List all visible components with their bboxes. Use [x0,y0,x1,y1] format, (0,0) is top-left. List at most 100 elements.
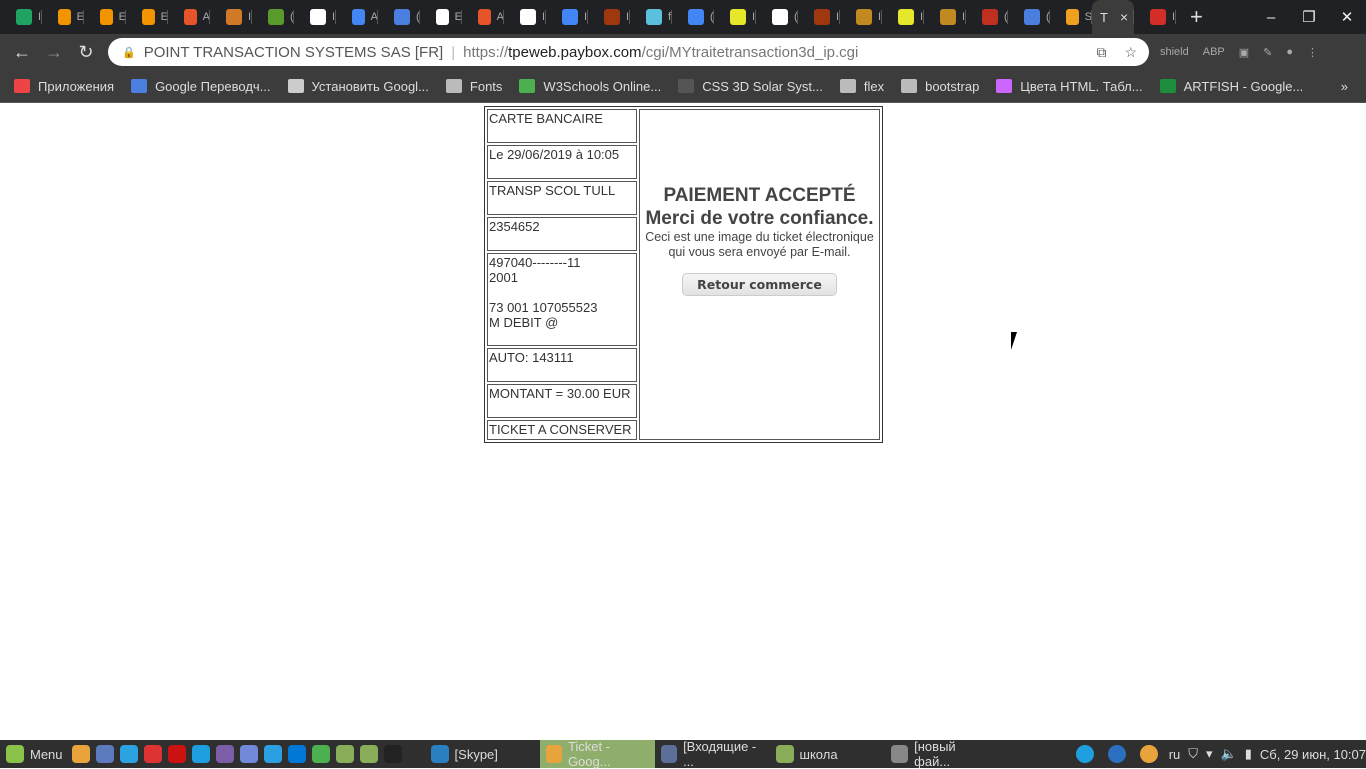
url-host: tpeweb.paybox.com [508,43,642,61]
browser-tab[interactable]: I [882,0,924,34]
app-launcher-icon[interactable] [359,745,378,763]
taskbar-window[interactable]: [Входящие - ... [655,739,770,769]
taskbar-window[interactable]: [Skype] [425,740,540,768]
browser-tab[interactable]: I [1134,0,1176,34]
network-icon[interactable]: ▾ [1206,746,1213,762]
app-launcher-icon[interactable] [383,745,402,763]
skype-tray-icon[interactable] [1075,745,1094,763]
bookmark-item[interactable]: W3Schools Online... [519,79,661,94]
update-shield-icon[interactable]: ⛉ [1188,746,1198,762]
app-launcher-icon[interactable] [287,745,306,763]
bookmark-item[interactable]: flex [839,79,884,94]
bookmark-item[interactable]: Приложения [14,79,114,94]
browser-tab[interactable]: I [210,0,252,34]
window-title: Ticket - Goog... [567,739,611,769]
bookmarks-overflow-button[interactable]: » [1341,79,1348,94]
browser-tab[interactable]: I [294,0,336,34]
browser-tab[interactable]: A [462,0,504,34]
translate-icon[interactable]: ⧉ [1096,44,1106,61]
clock[interactable]: Сб, 29 июн, 10:07 [1260,747,1366,762]
browser-tab-active[interactable]: T × [1092,0,1134,34]
menu-icon[interactable]: ⋮ [1307,46,1318,59]
app-launcher-icon[interactable] [95,745,114,763]
app-launcher-icon[interactable] [263,745,282,763]
maximize-button[interactable]: ❐ [1290,8,1328,26]
tab-title: I [584,11,588,23]
chrome-tray-icon[interactable] [1139,745,1158,763]
close-window-button[interactable]: ✕ [1328,8,1366,26]
adblock-icon[interactable]: ABP [1203,46,1225,58]
forward-button[interactable]: → [38,42,70,63]
browser-tab[interactable]: S [1050,0,1092,34]
browser-tab[interactable]: E [42,0,84,34]
keyboard-layout[interactable]: ru [1169,747,1181,762]
battery-icon[interactable]: ▮ [1245,746,1252,762]
bookmark-item[interactable]: Fonts [445,79,502,94]
bookmark-icon [839,79,856,93]
app-launcher-icon[interactable] [311,745,330,763]
app-launcher-icon[interactable] [71,745,90,763]
back-button[interactable]: ← [6,42,38,63]
taskbar-window[interactable]: школа [770,740,885,768]
app-launcher-icon[interactable] [119,745,138,763]
tab-title: f [668,11,672,23]
browser-tab[interactable]: ( [672,0,714,34]
capture-icon[interactable]: ▣ [1239,46,1249,59]
bookmark-item[interactable]: ARTFISH - Google... [1159,79,1303,94]
close-tab-icon[interactable]: × [1120,9,1128,25]
address-bar[interactable]: 🔒 POINT TRANSACTION SYSTEMS SAS [FR] | h… [108,38,1149,66]
browser-tab[interactable]: I [0,0,42,34]
browser-tab[interactable]: E [420,0,462,34]
browser-tab[interactable]: A [168,0,210,34]
browser-tab[interactable]: I [714,0,756,34]
app-launcher-icon[interactable] [143,745,162,763]
app-launcher-icon[interactable] [335,745,354,763]
browser-tab[interactable]: ( [378,0,420,34]
taskbar-window[interactable]: [новый фай... [885,739,1000,769]
app-launcher-icon[interactable] [239,745,258,763]
bookmark-item[interactable]: bootstrap [901,79,979,94]
eyedropper-icon[interactable]: ✎ [1263,46,1272,59]
taskbar-window[interactable]: Ticket - Goog... [539,739,655,769]
app-launcher-icon[interactable] [215,745,234,763]
browser-tab[interactable]: E [84,0,126,34]
payment-status: PAIEMENT ACCEPTÉ [663,184,856,206]
browser-tab[interactable]: f [630,0,672,34]
shield-icon[interactable]: shield [1160,46,1189,58]
bookmark-item[interactable]: CSS 3D Solar Syst... [678,79,823,94]
profile-avatar[interactable]: ● [1286,46,1293,58]
globe-icon [436,9,449,25]
bookmark-star-icon[interactable]: ☆ [1124,44,1137,61]
app-launcher-icon[interactable] [191,745,210,763]
minimize-button[interactable]: – [1252,9,1290,26]
reload-button[interactable]: ↻ [70,42,102,63]
browser-tab[interactable]: ( [252,0,294,34]
browser-tab[interactable]: E [126,0,168,34]
browser-tab[interactable]: I [504,0,546,34]
bookmark-item[interactable]: Цвета HTML. Табл... [996,79,1143,94]
ticket-row: Le 29/06/2019 à 10:05 [487,144,637,179]
browser-tab[interactable]: I [588,0,630,34]
ticket-row: 2354652 [487,216,637,251]
browser-tab[interactable]: I [546,0,588,34]
browser-tab[interactable]: ( [966,0,1008,34]
browser-tab[interactable]: I [924,0,966,34]
af-icon [58,9,71,25]
volume-icon[interactable]: 🔈 [1221,746,1237,762]
bookmark-item[interactable]: Google Переводч... [131,78,271,94]
tab-title: I [1172,11,1176,23]
browser-tab[interactable]: I [798,0,840,34]
browser-tab[interactable]: ( [1008,0,1050,34]
bookmark-item[interactable]: Установить Googl... [287,79,429,94]
bookmark-label: Google Переводч... [155,78,271,94]
new-tab-button[interactable]: + [1190,4,1203,30]
bluetooth-icon[interactable] [1107,745,1126,763]
tab-title: I [248,11,252,23]
browser-tab[interactable]: I [840,0,882,34]
app-launcher-icon[interactable] [167,745,186,763]
tab-title: I [626,11,630,23]
return-to-merchant-button[interactable]: Retour commerce [682,272,837,296]
start-menu-button[interactable]: Menu [0,740,69,768]
browser-tab[interactable]: ( [756,0,798,34]
browser-tab[interactable]: A [336,0,378,34]
